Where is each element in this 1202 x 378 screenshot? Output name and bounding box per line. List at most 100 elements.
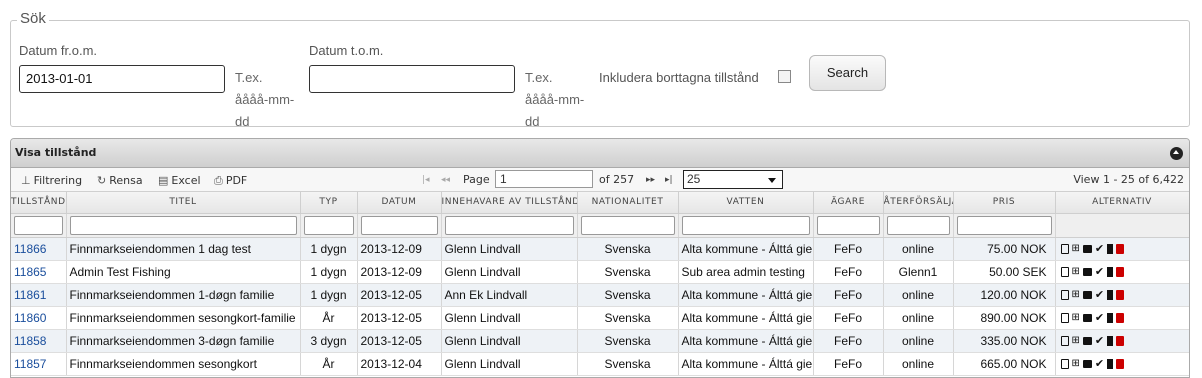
print-icon[interactable] (1082, 336, 1092, 345)
document-icon[interactable] (1060, 358, 1069, 369)
column-filter-input[interactable] (360, 215, 438, 235)
excel-button[interactable]: ▤ Excel (158, 174, 201, 187)
check-icon[interactable]: ✔ (1095, 357, 1104, 370)
cell-actions: ⊞ ✔ (1055, 237, 1189, 261)
document-icon[interactable] (1060, 266, 1069, 277)
film-icon[interactable] (1107, 243, 1114, 254)
permit-id-link[interactable]: 11865 (14, 265, 46, 279)
film-icon[interactable] (1107, 312, 1114, 323)
print-icon[interactable] (1082, 313, 1092, 322)
column-header[interactable]: INNEHAVARE AV TILLSTÅND (441, 192, 578, 214)
column-filter-input[interactable] (580, 215, 675, 235)
include-deleted-checkbox[interactable] (778, 70, 791, 83)
print-icon[interactable] (1082, 267, 1092, 276)
cell-owner: FeFo (813, 237, 884, 261)
excel-icon: ▤ (158, 174, 169, 187)
trash-icon[interactable] (1116, 312, 1125, 323)
cell-water: Alta kommune - Álttá gielda (678, 237, 814, 261)
document-icon[interactable] (1060, 289, 1069, 300)
check-icon[interactable]: ✔ (1095, 334, 1104, 347)
cell-id: 11866 (11, 237, 67, 261)
column-header[interactable]: DATUM (357, 192, 442, 214)
column-header[interactable]: PRIS (953, 192, 1056, 214)
from-date-label: Datum fr.o.m. (19, 43, 98, 58)
permit-id-link[interactable]: 11866 (14, 242, 46, 256)
include-deleted-label: Inkludera borttagna tillstånd (599, 70, 759, 85)
document-icon[interactable] (1060, 243, 1069, 254)
table-row[interactable]: 11860 Finnmarkseiendommen sesongkort-fami… (11, 306, 1189, 330)
cart-icon[interactable]: ⊞ (1072, 243, 1080, 254)
column-filter-input[interactable] (956, 215, 1052, 235)
cart-icon[interactable]: ⊞ (1072, 289, 1080, 300)
column-header[interactable]: TITEL (66, 192, 301, 214)
rows-per-page-select[interactable]: 25 (683, 170, 783, 189)
table-row[interactable]: 11866 Finnmarkseiendommen 1 dag test 1 dyg… (11, 237, 1189, 261)
film-icon[interactable] (1107, 358, 1114, 369)
column-header[interactable]: ÄGARE (813, 192, 884, 214)
column-filter-cell (357, 213, 442, 238)
film-icon[interactable] (1107, 335, 1114, 346)
trash-icon[interactable] (1116, 335, 1125, 346)
cell-water: Alta kommune - Álttá gielda (678, 352, 814, 376)
column-filter-input[interactable] (69, 215, 297, 235)
permit-id-link[interactable]: 11860 (14, 311, 46, 325)
cell-nationality: Svenska (577, 352, 679, 376)
prev-page-icon[interactable]: ◂◂ (441, 175, 450, 185)
first-page-icon[interactable]: |◂ (422, 175, 430, 185)
next-page-icon[interactable]: ▸▸ (646, 175, 655, 185)
document-icon[interactable] (1060, 312, 1069, 323)
to-date-input[interactable] (309, 65, 515, 93)
film-icon[interactable] (1107, 266, 1114, 277)
column-header[interactable]: VATTEN (678, 192, 814, 214)
trash-icon[interactable] (1116, 266, 1125, 277)
print-icon[interactable] (1082, 359, 1092, 368)
check-icon[interactable]: ✔ (1095, 242, 1104, 255)
permit-id-link[interactable]: 11858 (14, 334, 46, 348)
cell-type: År (300, 352, 358, 376)
document-icon[interactable] (1060, 335, 1069, 346)
table-row[interactable]: 11858 Finnmarkseiendommen 3-døgn familie 3… (11, 329, 1189, 353)
print-icon[interactable] (1082, 290, 1092, 299)
pdf-button[interactable]: ⎙ PDF (214, 174, 247, 188)
filter-button[interactable]: ⊥ Filtrering (21, 174, 82, 187)
pdf-icon: ⎙ (214, 174, 223, 187)
trash-icon[interactable] (1116, 243, 1125, 254)
column-filter-input[interactable] (444, 215, 574, 235)
cart-icon[interactable]: ⊞ (1072, 266, 1080, 277)
print-icon[interactable] (1082, 244, 1092, 253)
column-header[interactable]: ÅTERFÖRSÄLJARE (883, 192, 954, 214)
table-row[interactable]: 11861 Finnmarkseiendommen 1-døgn familie 1… (11, 283, 1189, 307)
column-filter-input[interactable] (681, 215, 810, 235)
cart-icon[interactable]: ⊞ (1072, 312, 1080, 323)
film-icon[interactable] (1107, 289, 1114, 300)
trash-icon[interactable] (1116, 358, 1125, 369)
column-filter-input[interactable] (816, 215, 880, 235)
check-icon[interactable]: ✔ (1095, 288, 1104, 301)
column-header[interactable]: TYP (300, 192, 358, 214)
page-input[interactable]: 1 (495, 170, 593, 188)
check-icon[interactable]: ✔ (1095, 265, 1104, 278)
table-row[interactable]: 11865 Admin Test Fishing 1 dygn 2013-12-09 G… (11, 260, 1189, 284)
from-date-input[interactable]: 2013-01-01 (19, 65, 225, 93)
cell-owner: FeFo (813, 329, 884, 353)
collapse-icon[interactable] (1170, 147, 1183, 160)
column-filter-input[interactable] (303, 215, 354, 235)
search-button[interactable]: Search (809, 55, 886, 91)
clear-button[interactable]: ↻ Rensa (97, 174, 143, 187)
trash-icon[interactable] (1116, 289, 1125, 300)
column-header[interactable]: ALTERNATIV (1055, 192, 1189, 214)
table-row[interactable]: 11857 Finnmarkseiendommen sesongkort År 201… (11, 352, 1189, 376)
permit-id-link[interactable]: 11861 (14, 288, 46, 302)
cell-holder: Ann Ek Lindvall (441, 283, 578, 307)
excel-label: Excel (171, 174, 201, 187)
cart-icon[interactable]: ⊞ (1072, 358, 1080, 369)
check-icon[interactable]: ✔ (1095, 311, 1104, 324)
column-filter-input[interactable] (14, 215, 63, 235)
column-filter-input[interactable] (886, 215, 950, 235)
column-header[interactable]: NATIONALITET (577, 192, 679, 214)
cart-icon[interactable]: ⊞ (1072, 335, 1080, 346)
last-page-icon[interactable]: ▸| (665, 175, 673, 185)
column-header[interactable]: TILLSTÅNDSNR (11, 192, 67, 214)
permit-id-link[interactable]: 11857 (14, 357, 46, 371)
cell-id: 11857 (11, 352, 67, 376)
